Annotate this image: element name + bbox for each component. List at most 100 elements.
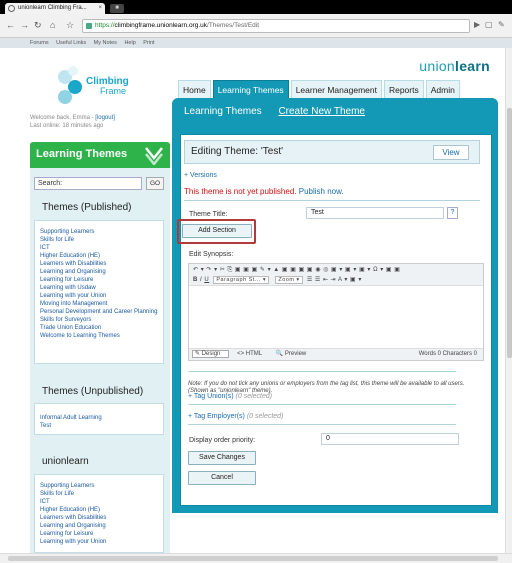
browser-tab[interactable]: unionlearn Climbing Fra... × [5,3,105,14]
published-list: Supporting Learners Skills for Life ICT … [40,228,162,340]
search-input[interactable]: Search: [34,177,142,190]
scroll-thumb[interactable] [507,108,512,358]
mode-design[interactable]: ✎ Design [192,350,230,358]
not-published-text: This theme is not yet published. [184,187,297,196]
list-item[interactable]: ICT [40,244,162,252]
sub-nav: Learning Themes Create New Theme [184,106,379,122]
list-item[interactable]: Learning for Leisure [40,276,162,284]
list-item[interactable]: Learning and Organising [40,268,162,276]
logo-circle-icon [58,90,72,104]
sidebar-header: Learning Themes [30,142,170,168]
home-icon[interactable]: ⌂ [50,20,55,30]
mode-html[interactable]: <> HTML [237,351,268,357]
tag-unions-hint: (0 selected) [235,393,273,400]
url-host: climbingframe.unionlearn.org.uk [114,22,208,29]
back-icon[interactable]: ← [6,20,15,30]
page-menu-icon[interactable]: ▢ [485,20,493,29]
editor-statusbar: ✎ Design <> HTML 🔍 Preview Words 0 Chara… [189,348,483,360]
unpublished-title: Themes (Unpublished) [42,386,144,397]
list-item[interactable]: Informal Adult Learning [40,414,102,422]
tag-employers-toggle[interactable]: + Tag Employer(s) (0 selected) [188,413,283,420]
underline-button[interactable]: U [204,277,209,283]
list-item[interactable]: Skills for Life [40,236,162,244]
climbing-frame-logo[interactable]: Climbing Frame [52,66,144,108]
theme-title-input[interactable]: Test [306,207,444,219]
list-item[interactable]: Skills for Surveyors [40,316,162,324]
display-order-label: Display order priority: [189,437,256,444]
list-item[interactable]: Supporting Learners [40,228,162,236]
nav-learning-themes[interactable]: Learning Themes [212,80,289,98]
display-order-input[interactable]: 0 [321,433,459,445]
nav-learner-management[interactable]: Learner Management [290,80,382,98]
new-tab-button[interactable]: ■ [110,4,124,13]
list-item[interactable]: Higher Education (HE) [40,506,106,514]
subnav-create-new-theme[interactable]: Create New Theme [278,106,365,117]
list-item[interactable]: Learners with Disabilities [40,260,162,268]
unionlearn-list: Supporting Learners Skills for Life ICT … [40,482,106,546]
list-item[interactable]: Supporting Learners [40,482,106,490]
bookmark-star-icon[interactable]: ☆ [66,20,74,31]
versions-toggle[interactable]: + Versions [184,172,217,179]
forward-icon[interactable]: → [20,20,29,30]
welcome-text: Welcome back, Emma - [30,115,96,121]
help-icon[interactable]: ? [447,207,458,219]
list-item[interactable]: Learning and Organising [40,522,106,530]
reload-icon[interactable]: ↻ [34,20,42,31]
format-buttons[interactable]: ☰ ☰ ⇤ ⇥ A ▾ ▣ ▾ [307,277,362,283]
list-item[interactable]: Trade Union Education [40,324,162,332]
tab-close-icon[interactable]: × [98,3,102,14]
page-icon[interactable]: ▶ [474,20,480,29]
nav-home[interactable]: Home [178,80,211,98]
mode-preview[interactable]: 🔍 Preview [276,351,312,357]
link-useful-links[interactable]: Useful Links [56,40,86,46]
italic-button[interactable]: I [200,277,202,283]
tag-employers-hint: (0 selected) [246,413,284,420]
editor-header: Editing Theme: 'Test' View [184,140,480,164]
nav-admin[interactable]: Admin [425,80,460,98]
synopsis-editor[interactable]: ↶ ▾ ↷ ▾ ✂ ⎘ ▣ ▣ ▣ ✎ ▾ ▲ ▣ ▣ ▣ ▣ ◉ ◎ ▣ ▾ … [188,263,484,361]
list-item[interactable]: Learning with your Union [40,292,162,300]
search-go-button[interactable]: GO [146,177,164,190]
list-item[interactable]: Personal Development and Career Planning [40,308,162,316]
view-button[interactable]: View [433,145,469,160]
bold-button[interactable]: B [193,277,198,283]
list-item[interactable]: Test [40,422,102,430]
paragraph-style-select[interactable]: Paragraph St... ▾ [213,276,270,284]
edit-synopsis-label: Edit Synopsis: [189,251,234,258]
link-forums[interactable]: Forums [30,40,49,46]
divider [188,404,456,405]
vertical-scrollbar[interactable] [505,48,512,553]
list-item[interactable]: Learning with your Union [40,538,106,546]
address-bar[interactable]: https://climbingframe.unionlearn.org.uk/… [82,19,470,33]
link-help[interactable]: Help [124,40,135,46]
divider [188,424,456,425]
toolbar-row-1[interactable]: ↶ ▾ ↷ ▾ ✂ ⎘ ▣ ▣ ▣ ✎ ▾ ▲ ▣ ▣ ▣ ▣ ◉ ◎ ▣ ▾ … [193,266,400,274]
link-print[interactable]: Print [143,40,154,46]
publish-now-link[interactable]: Publish now. [299,187,344,196]
horizontal-scrollbar[interactable] [0,553,512,563]
list-item[interactable]: Welcome to Learning Themes [40,332,162,340]
sidebar-title: Learning Themes [36,148,128,160]
subnav-learning-themes[interactable]: Learning Themes [184,106,262,117]
list-item[interactable]: Learning with Usdaw [40,284,162,292]
list-item[interactable]: Learning for Leisure [40,530,106,538]
nav-reports[interactable]: Reports [383,80,424,98]
list-item[interactable]: ICT [40,498,106,506]
logo-text-line2: Frame [100,86,127,96]
list-item[interactable]: Moving into Management [40,300,162,308]
tag-unions-toggle[interactable]: + Tag Union(s) (0 selected) [188,393,272,400]
list-item[interactable]: Higher Education (HE) [40,252,162,260]
logout-link[interactable]: [logout] [95,115,115,121]
list-item[interactable]: Learners with Disabilities [40,514,106,522]
wrench-icon[interactable]: ✎ [498,20,505,29]
save-changes-button[interactable]: Save Changes [188,451,256,465]
unionlearn-brand[interactable]: unionlearn [419,58,490,74]
divider [184,200,480,201]
scroll-thumb[interactable] [8,556,498,561]
link-my-notes[interactable]: My Notes [94,40,117,46]
list-item[interactable]: Skills for Life [40,490,106,498]
zoom-select[interactable]: Zoom ▾ [275,276,303,284]
brand-part2: learn [455,58,490,74]
cancel-button[interactable]: Cancel [188,471,256,485]
published-title: Themes (Published) [42,202,132,213]
